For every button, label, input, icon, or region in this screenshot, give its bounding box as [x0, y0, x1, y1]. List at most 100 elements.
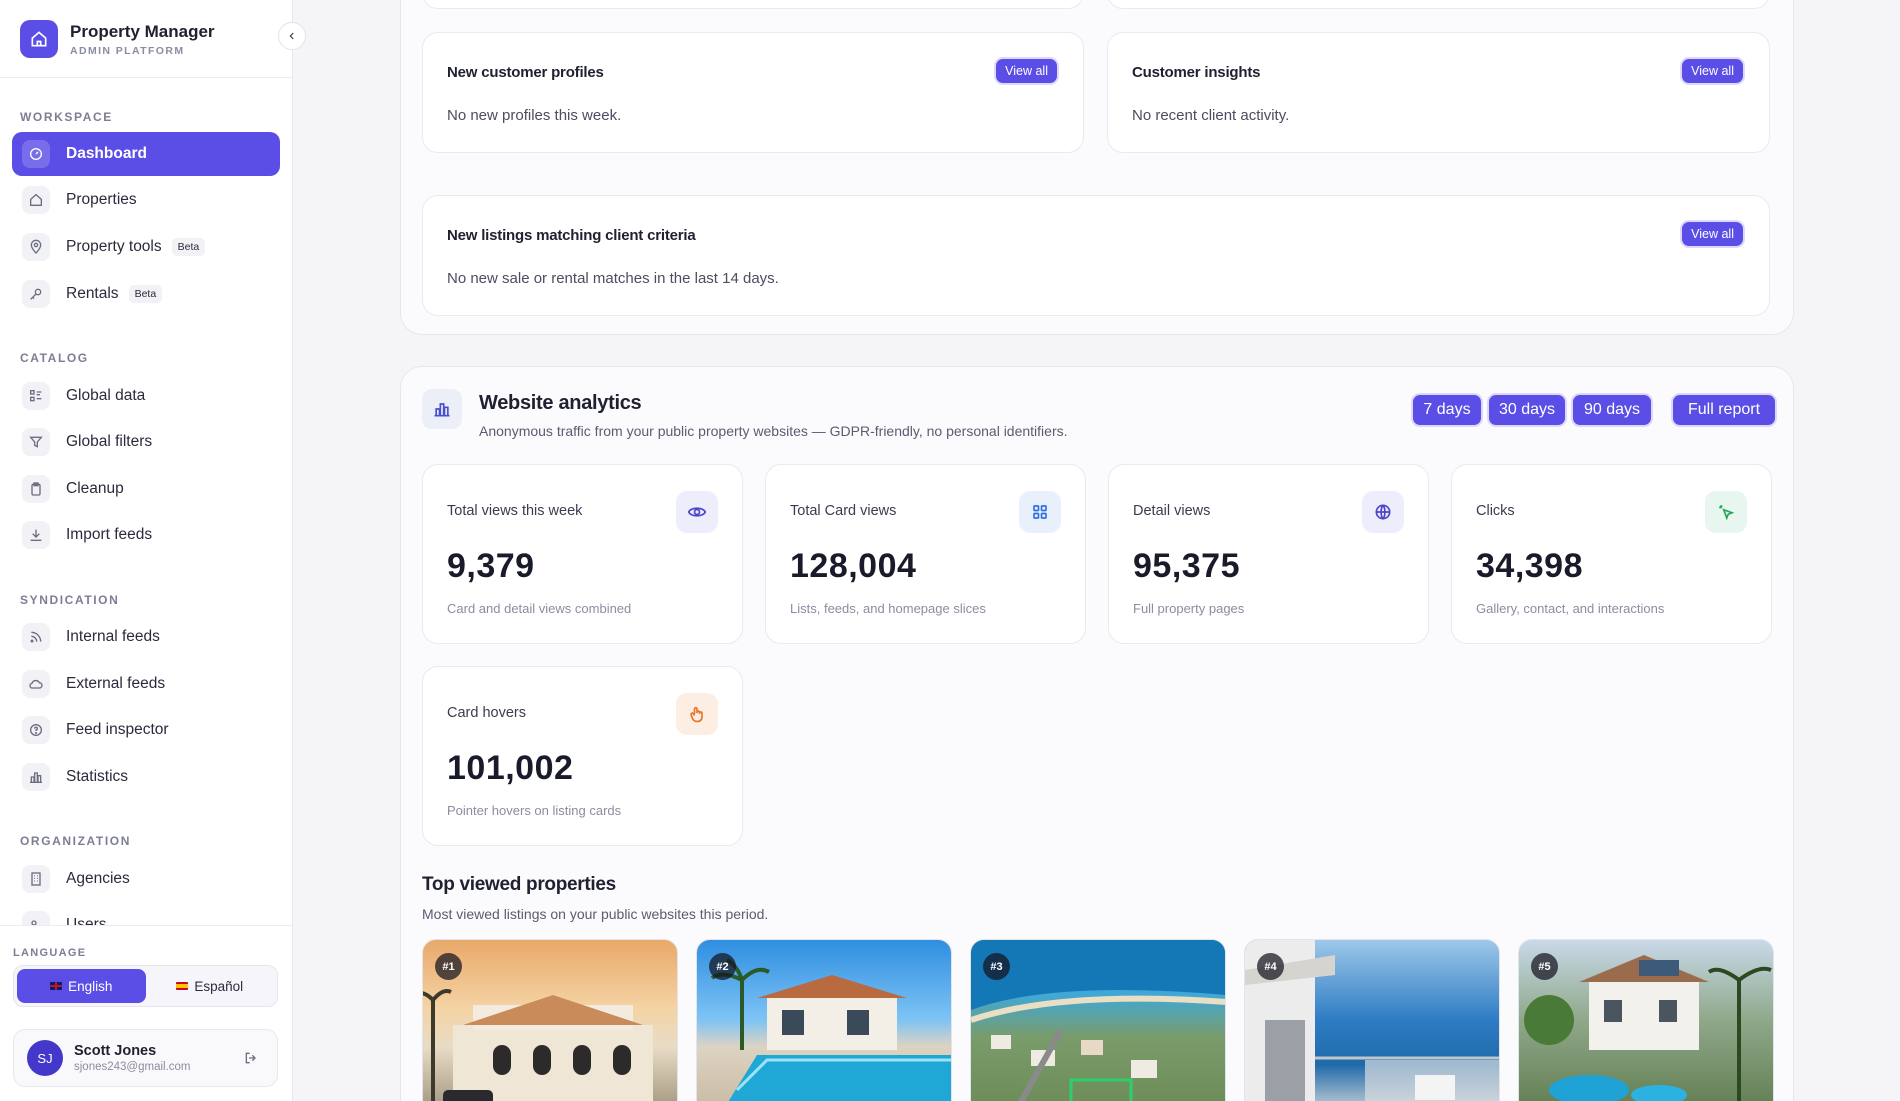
list-icon — [22, 382, 50, 410]
grid-icon — [1019, 491, 1061, 533]
language-label: Español — [194, 978, 244, 994]
brand-subtitle: ADMIN PLATFORM — [70, 44, 185, 57]
sidebar-item-label: Internal feeds — [66, 628, 160, 645]
top-viewed-subtitle: Most viewed listings on your public webs… — [422, 906, 769, 922]
home-logo-icon — [20, 20, 58, 58]
rank-badge: #3 — [983, 953, 1010, 980]
sidebar-item-dashboard[interactable]: Dashboard — [12, 132, 280, 176]
sidebar-item-feed-inspector[interactable]: Feed inspector — [12, 708, 280, 752]
property-card[interactable]: #1 — [422, 939, 678, 1101]
sidebar-item-external-feeds[interactable]: External feeds — [12, 662, 280, 706]
metric-description: Full property pages — [1133, 601, 1245, 616]
metric-card-detail-views: Detail views 95,375 Full property pages — [1108, 464, 1429, 644]
rank-badge: #4 — [1257, 953, 1284, 980]
dashboard-icon — [22, 140, 50, 168]
metric-value: 9,379 — [447, 547, 535, 585]
user-email: sjones243@gmail.com — [74, 1061, 191, 1073]
sidebar-item-label: Import feeds — [66, 526, 153, 543]
sidebar-item-global-data[interactable]: Global data — [12, 374, 280, 418]
sidebar-item-rentals[interactable]: Rentals Beta — [12, 272, 280, 316]
range-30-days-button[interactable]: 30 days — [1487, 393, 1567, 427]
beta-badge: Beta — [171, 238, 206, 256]
section-title-syndication: SYNDICATION — [20, 593, 120, 607]
view-all-button[interactable]: View all — [1680, 57, 1745, 85]
metric-label: Total Card views — [790, 503, 897, 519]
card-partial — [422, 0, 1084, 9]
card-partial — [1107, 0, 1770, 9]
sidebar-item-property-tools[interactable]: Property tools Beta — [12, 225, 280, 269]
metric-label: Detail views — [1133, 503, 1211, 519]
card-title: Customer insights — [1132, 64, 1261, 81]
metric-value: 34,398 — [1476, 547, 1583, 585]
globe-icon — [1362, 491, 1404, 533]
filter-icon — [22, 428, 50, 456]
sidebar-item-import-feeds[interactable]: Import feeds — [12, 513, 280, 557]
metric-description: Card and detail views combined — [447, 601, 632, 616]
rss-icon — [22, 623, 50, 651]
metric-card-total-views: Total views this week 9,379 Card and det… — [422, 464, 743, 644]
sidebar-item-label: Global filters — [66, 433, 153, 450]
card-text: No new profiles this week. — [447, 107, 622, 124]
metric-card-card-hovers: Card hovers 101,002 Pointer hovers on li… — [422, 666, 743, 846]
language-option-espanol[interactable]: Español — [146, 969, 275, 1003]
metric-label: Card hovers — [447, 705, 526, 721]
rank-badge: #1 — [435, 953, 462, 980]
card-text: No recent client activity. — [1132, 107, 1290, 124]
metric-label: Total views this week — [447, 503, 583, 519]
main-content: New customer profiles No new profiles th… — [293, 0, 1900, 1101]
hand-pointer-icon — [676, 693, 718, 735]
sidebar-item-agencies[interactable]: Agencies — [12, 857, 280, 901]
beta-badge: Beta — [128, 285, 163, 303]
chevron-left-icon — [289, 32, 294, 40]
bar-chart-icon — [22, 763, 50, 791]
spain-flag-icon — [176, 982, 189, 990]
uk-flag-icon — [50, 982, 63, 990]
rank-badge: #2 — [709, 953, 736, 980]
sidebar-item-label: Global data — [66, 387, 146, 404]
building-icon — [22, 865, 50, 893]
range-90-days-button[interactable]: 90 days — [1571, 393, 1653, 427]
section-title-catalog: CATALOG — [20, 351, 89, 365]
sidebar-item-label: Cleanup — [66, 480, 124, 497]
collapse-sidebar-button[interactable] — [278, 22, 306, 50]
analytics-title: Website analytics — [479, 392, 642, 414]
brand-title: Property Manager — [70, 21, 215, 41]
property-card[interactable]: #5 — [1518, 939, 1774, 1101]
sidebar-item-label: Dashboard — [66, 145, 147, 162]
logout-icon[interactable] — [243, 1050, 259, 1071]
cloud-icon — [22, 670, 50, 698]
property-card[interactable]: #3 — [970, 939, 1226, 1101]
metric-card-card-views: Total Card views 128,004 Lists, feeds, a… — [765, 464, 1086, 644]
analytics-subtitle: Anonymous traffic from your public prope… — [479, 423, 1068, 439]
property-card[interactable]: #2 — [696, 939, 952, 1101]
metric-value: 101,002 — [447, 749, 574, 787]
sidebar-item-label: Feed inspector — [66, 721, 169, 738]
rank-badge: #5 — [1531, 953, 1558, 980]
view-all-button[interactable]: View all — [994, 57, 1059, 85]
sidebar-item-internal-feeds[interactable]: Internal feeds — [12, 615, 280, 659]
view-all-button[interactable]: View all — [1680, 220, 1745, 248]
sidebar-footer: LANGUAGE English Español SJ Scott Jones … — [0, 925, 292, 1101]
sidebar-item-label: External feeds — [66, 675, 166, 692]
full-report-button[interactable]: Full report — [1671, 393, 1777, 427]
card-title: New listings matching client criteria — [447, 227, 696, 244]
language-option-english[interactable]: English — [17, 969, 146, 1003]
sidebar-item-label: Rentals — [66, 285, 119, 302]
metric-description: Lists, feeds, and homepage slices — [790, 601, 986, 616]
sidebar-item-statistics[interactable]: Statistics — [12, 755, 280, 799]
sidebar-item-properties[interactable]: Properties — [12, 178, 280, 222]
metric-description: Gallery, contact, and interactions — [1476, 601, 1665, 616]
range-7-days-button[interactable]: 7 days — [1411, 393, 1483, 427]
section-title-organization: ORGANIZATION — [20, 834, 131, 848]
listings-match-card: New listings matching client criteria No… — [422, 195, 1770, 316]
sidebar-item-cleanup[interactable]: Cleanup — [12, 467, 280, 511]
language-label: English — [68, 978, 113, 994]
brand[interactable]: Property Manager ADMIN PLATFORM — [20, 20, 215, 58]
property-card[interactable]: #4 — [1244, 939, 1500, 1101]
language-title: LANGUAGE — [13, 947, 87, 959]
key-icon — [22, 280, 50, 308]
user-card[interactable]: SJ Scott Jones sjones243@gmail.com — [13, 1029, 278, 1087]
divider — [0, 77, 292, 78]
card-title: New customer profiles — [447, 64, 604, 81]
sidebar-item-global-filters[interactable]: Global filters — [12, 420, 280, 464]
